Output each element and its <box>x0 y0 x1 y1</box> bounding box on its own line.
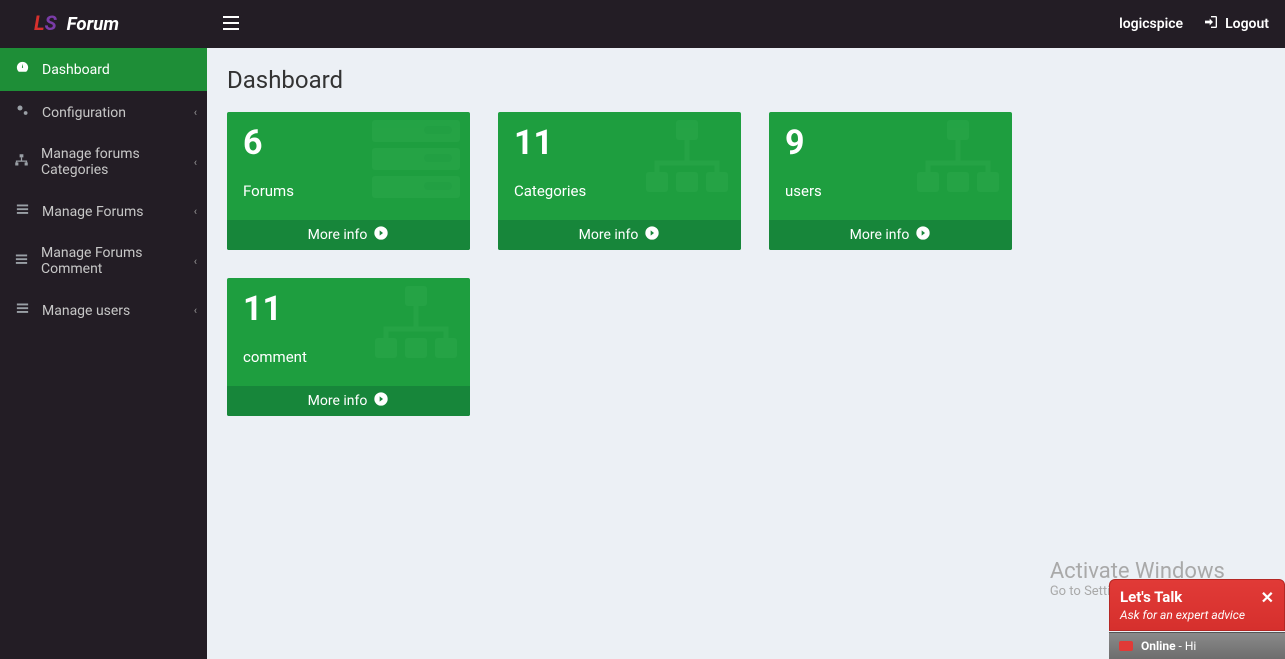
stat-label: Forums <box>243 182 454 200</box>
stat-value: 6 <box>243 126 454 160</box>
chat-widget[interactable]: Let's Talk Ask for an expert advice ✕ <box>1109 579 1285 631</box>
stat-more-info-link[interactable]: More info <box>227 220 470 250</box>
content-area: Dashboard 6 Forums More info <box>207 48 1285 659</box>
stat-boxes-row: 6 Forums More info 11 Categories <box>207 102 1285 426</box>
chevron-left-icon: ‹ <box>194 304 197 317</box>
username-label: logicspice <box>1119 16 1183 32</box>
svg-text:LS: LS <box>34 11 58 35</box>
chat-status-bar[interactable]: Online - Hi <box>1109 632 1285 659</box>
sitemap-icon <box>14 153 29 172</box>
chat-header[interactable]: Let's Talk Ask for an expert advice ✕ <box>1109 579 1285 631</box>
brand-logo[interactable]: LS Forum <box>0 0 207 48</box>
list-icon <box>14 252 29 271</box>
chat-status-label: Online <box>1141 639 1176 653</box>
username-link[interactable]: logicspice <box>1119 16 1183 32</box>
logout-link[interactable]: Logout <box>1203 14 1269 34</box>
chat-subtitle: Ask for an expert advice <box>1120 608 1274 622</box>
stat-more-info-link[interactable]: More info <box>227 386 470 416</box>
stat-value: 9 <box>785 126 996 160</box>
sidebar-item-label: Configuration <box>42 105 126 121</box>
arrow-circle-icon <box>373 225 389 245</box>
chat-title: Let's Talk <box>1120 588 1274 606</box>
sidebar-toggle-icon[interactable] <box>223 15 239 34</box>
sidebar-item-manage-comments[interactable]: Manage Forums Comment ‹ <box>0 233 207 289</box>
stat-label: users <box>785 182 996 200</box>
svg-text:Forum: Forum <box>66 13 118 35</box>
dashboard-icon <box>14 60 30 79</box>
arrow-circle-icon <box>915 225 931 245</box>
stat-box-forums: 6 Forums More info <box>227 112 470 250</box>
chat-status-icon <box>1119 641 1133 651</box>
sidebar-item-dashboard[interactable]: Dashboard <box>0 48 207 91</box>
sidebar-item-manage-categories[interactable]: Manage forums Categories ‹ <box>0 134 207 190</box>
more-info-label: More info <box>308 227 368 243</box>
more-info-label: More info <box>579 227 639 243</box>
stat-label: comment <box>243 348 454 366</box>
sidebar-item-label: Manage Forums <box>42 204 144 220</box>
stat-value: 11 <box>243 292 454 326</box>
sidebar: Dashboard Configuration ‹ Manage forums … <box>0 48 207 659</box>
stat-more-info-link[interactable]: More info <box>498 220 741 250</box>
logout-icon <box>1203 14 1219 34</box>
chevron-left-icon: ‹ <box>194 106 197 119</box>
stat-box-categories: 11 Categories More info <box>498 112 741 250</box>
sidebar-item-label: Manage Forums Comment <box>41 245 193 277</box>
stat-label: Categories <box>514 182 725 200</box>
arrow-circle-icon <box>373 391 389 411</box>
chevron-left-icon: ‹ <box>194 255 197 268</box>
sidebar-item-label: Manage forums Categories <box>41 146 193 178</box>
more-info-label: More info <box>850 227 910 243</box>
sidebar-item-manage-forums[interactable]: Manage Forums ‹ <box>0 190 207 233</box>
topbar: LS Forum logicspice Logout <box>0 0 1285 48</box>
chat-status-suffix: - Hi <box>1179 639 1197 653</box>
page-title: Dashboard <box>207 48 1285 102</box>
sidebar-item-label: Dashboard <box>42 62 110 78</box>
close-icon[interactable]: ✕ <box>1261 588 1274 607</box>
logout-label: Logout <box>1225 16 1269 32</box>
list-icon <box>14 202 30 221</box>
stat-box-comments: 11 comment More info <box>227 278 470 416</box>
chevron-left-icon: ‹ <box>194 156 197 169</box>
sidebar-item-manage-users[interactable]: Manage users ‹ <box>0 289 207 332</box>
chevron-left-icon: ‹ <box>194 205 197 218</box>
stat-value: 11 <box>514 126 725 160</box>
sidebar-item-configuration[interactable]: Configuration ‹ <box>0 91 207 134</box>
more-info-label: More info <box>308 393 368 409</box>
stat-more-info-link[interactable]: More info <box>769 220 1012 250</box>
arrow-circle-icon <box>644 225 660 245</box>
gears-icon <box>14 103 30 122</box>
sidebar-item-label: Manage users <box>42 303 130 319</box>
list-icon <box>14 301 30 320</box>
stat-box-users: 9 users More info <box>769 112 1012 250</box>
